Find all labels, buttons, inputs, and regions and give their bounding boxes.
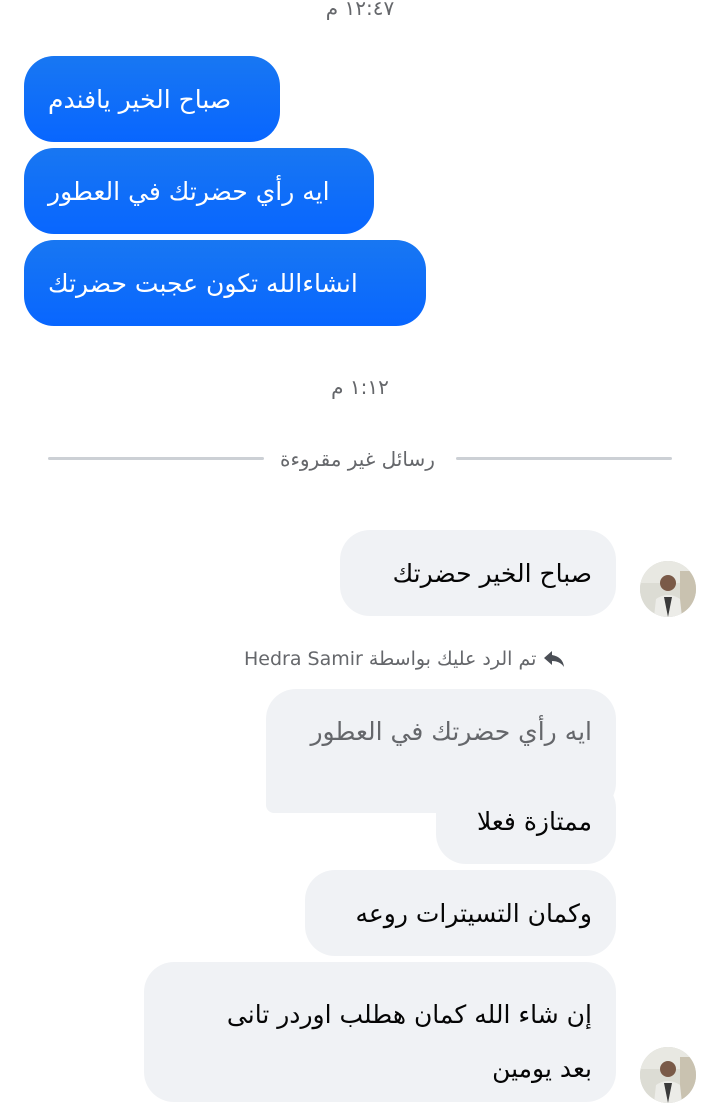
divider-line — [48, 457, 264, 460]
contact-avatar[interactable] — [640, 561, 696, 617]
timestamp-top: ١٢:٤٧ م — [325, 0, 395, 20]
reply-notice-text: تم الرد عليك بواسطة Hedra Samir — [244, 648, 537, 670]
divider-line — [456, 457, 672, 460]
avatar-photo — [640, 1047, 696, 1103]
reply-notice: تم الرد عليك بواسطة Hedra Samir — [244, 648, 566, 670]
incoming-message[interactable]: وكمان التسيترات روعه — [305, 870, 616, 956]
reply-arrow-icon — [544, 651, 565, 667]
outgoing-message[interactable]: ايه رأي حضرتك في العطور — [24, 148, 374, 234]
timestamp: ١:١٢ م — [331, 375, 389, 399]
contact-avatar[interactable] — [640, 1047, 696, 1103]
outgoing-message[interactable]: انشاءالله تكون عجبت حضرتك — [24, 240, 426, 326]
unread-divider-label: رسائل غير مقروءة — [280, 447, 435, 471]
incoming-message[interactable]: إن شاء الله كمان هطلب اوردر تانى بعد يوم… — [144, 962, 616, 1102]
message-line: بعد يومين — [492, 1054, 592, 1083]
avatar-photo — [640, 561, 696, 617]
incoming-message[interactable]: ممتازة فعلا — [436, 778, 616, 864]
outgoing-message[interactable]: صباح الخير يافندم — [24, 56, 280, 142]
message-line: إن شاء الله كمان هطلب اوردر تانى — [226, 1000, 592, 1029]
incoming-message[interactable]: صباح الخير حضرتك — [340, 530, 616, 616]
